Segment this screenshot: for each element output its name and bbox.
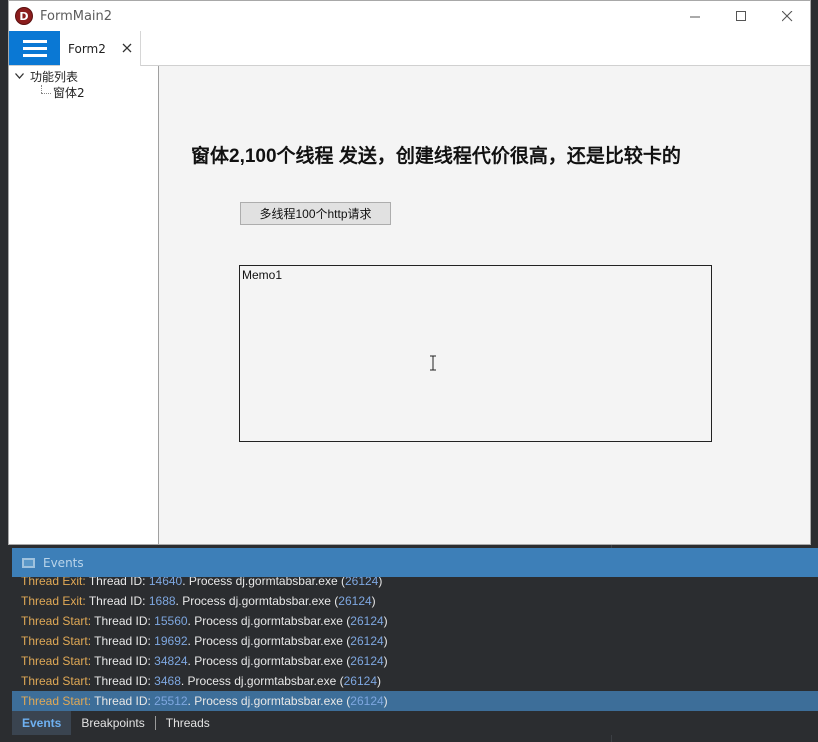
event-end: ) [377, 674, 381, 688]
event-label: Thread ID: [91, 674, 155, 688]
tree-root-label: 功能列表 [30, 69, 79, 84]
event-process: . Process dj.gormtabsbar.exe ( [187, 614, 351, 628]
maximize-icon[interactable] [718, 1, 764, 31]
event-end: ) [383, 634, 388, 648]
event-pid: 26124 [350, 614, 384, 628]
event-process: . Process dj.gormtabsbar.exe ( [187, 654, 351, 668]
tab-bar: Form2 [9, 31, 810, 66]
tab-label: Form2 [68, 41, 106, 56]
event-process: . Process dj.gormtabsbar.exe ( [180, 674, 344, 688]
event-pid: 26124 [350, 634, 384, 648]
event-process: . Process dj.gormtabsbar.exe ( [187, 634, 351, 648]
event-label: Thread ID: [91, 614, 155, 628]
tab-form2[interactable]: Form2 [60, 31, 141, 66]
memo-textarea[interactable]: Memo1 [239, 265, 712, 442]
multithread-request-button[interactable]: 多线程100个http请求 [240, 202, 391, 225]
event-thread-id: 15560 [154, 614, 188, 628]
event-label: Thread ID: [85, 577, 149, 588]
event-pid: 26124 [343, 674, 377, 688]
events-list[interactable]: Thread Exit: Thread ID: 14640. Process d… [12, 577, 818, 711]
tab-events[interactable]: Events [12, 711, 72, 735]
event-kind: Thread Start: [21, 654, 92, 668]
tree-connector [41, 85, 42, 93]
event-pid: 26124 [350, 654, 384, 668]
event-thread-id: 3468 [154, 674, 181, 688]
event-thread-id: 19692 [154, 634, 188, 648]
event-row[interactable]: Thread Start: Thread ID: 25512. Process … [12, 691, 818, 711]
event-end: ) [383, 694, 388, 708]
tab-breakpoints[interactable]: Breakpoints [71, 711, 154, 735]
tab-threads[interactable]: Threads [156, 711, 220, 735]
event-pid: 26124 [350, 694, 384, 708]
event-pid: 26124 [338, 594, 372, 608]
close-icon[interactable] [122, 43, 132, 53]
title-bar[interactable]: D FormMain2 [9, 1, 810, 31]
event-thread-id: 14640 [148, 577, 183, 588]
feature-tree[interactable]: 功能列表 窗体2 [9, 66, 159, 544]
event-pid: 26124 [344, 577, 379, 588]
text-cursor-icon [430, 355, 436, 371]
tree-item-form2[interactable]: 窗体2 [53, 85, 85, 101]
event-row[interactable]: Thread Exit: Thread ID: 14640. Process d… [12, 577, 818, 591]
events-icon [22, 557, 35, 568]
event-label: Thread ID: [91, 654, 155, 668]
app-logo-icon: D [15, 7, 33, 25]
chevron-down-icon[interactable] [15, 73, 24, 79]
events-header[interactable]: Events [12, 548, 818, 577]
event-thread-id: 34824 [154, 654, 188, 668]
memo-text: Memo1 [242, 268, 283, 282]
event-row[interactable]: Thread Start: Thread ID: 34824. Process … [12, 651, 818, 671]
event-kind: Thread Exit: [21, 577, 86, 588]
event-row[interactable]: Thread Exit: Thread ID: 1688. Process dj… [12, 591, 818, 611]
window-title: FormMain2 [40, 8, 113, 24]
events-panel: Events Thread Exit: Thread ID: 14640. Pr… [12, 548, 818, 736]
main-window: D FormMain2 Form2 功能列表 窗体2 窗体2,100个线程 发送… [8, 0, 811, 545]
window-controls [672, 1, 810, 31]
event-process: . Process dj.gormtabsbar.exe ( [187, 694, 351, 708]
event-kind: Thread Start: [21, 674, 92, 688]
event-row[interactable]: Thread Start: Thread ID: 15560. Process … [12, 611, 818, 631]
event-end: ) [383, 654, 388, 668]
event-label: Thread ID: [85, 594, 149, 608]
events-tab-strip: Events Breakpoints Threads [12, 711, 818, 735]
tree-connector [41, 93, 51, 94]
close-icon[interactable] [764, 1, 810, 31]
form-content: 窗体2,100个线程 发送，创建线程代价很高，还是比较卡的 多线程100个htt… [159, 66, 810, 544]
event-thread-id: 1688 [148, 594, 176, 608]
event-row[interactable]: Thread Start: Thread ID: 19692. Process … [12, 631, 818, 651]
event-end: ) [383, 614, 388, 628]
event-process: . Process dj.gormtabsbar.exe ( [175, 594, 339, 608]
event-thread-id: 25512 [154, 694, 188, 708]
events-title: Events [43, 555, 84, 570]
tree-root-item[interactable]: 功能列表 [15, 68, 78, 84]
event-label: Thread ID: [91, 634, 155, 648]
event-process: . Process dj.gormtabsbar.exe ( [182, 577, 345, 588]
minimize-icon[interactable] [672, 1, 718, 31]
event-end: ) [378, 577, 383, 588]
event-kind: Thread Start: [21, 694, 92, 708]
event-kind: Thread Start: [21, 614, 92, 628]
event-row[interactable]: Thread Start: Thread ID: 3468. Process d… [12, 671, 818, 691]
event-label: Thread ID: [91, 694, 155, 708]
event-kind: Thread Start: [21, 634, 92, 648]
hamburger-icon[interactable] [9, 31, 60, 65]
event-end: ) [371, 594, 376, 608]
event-kind: Thread Exit: [21, 594, 86, 608]
form-heading: 窗体2,100个线程 发送，创建线程代价很高，还是比较卡的 [191, 146, 681, 167]
